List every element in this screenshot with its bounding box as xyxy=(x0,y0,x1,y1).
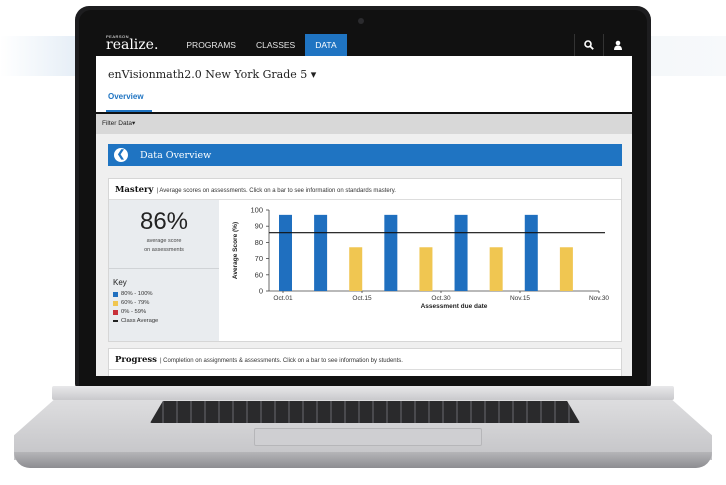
progress-divider xyxy=(109,369,621,370)
key-swatch-average xyxy=(113,320,118,322)
score-bar[interactable] xyxy=(419,247,433,291)
key-item-mid: 60% - 79% xyxy=(113,300,149,306)
mastery-header: Mastery | Average scores on assessments. … xyxy=(115,185,396,195)
nav-item-programs[interactable]: PROGRAMS xyxy=(176,34,246,56)
key-label-high: 80% - 100% xyxy=(121,291,153,297)
app-screen: PEARSON realize. PROGRAMS CLASSES DATA e… xyxy=(96,34,632,376)
course-selector[interactable]: enVisionmath2.0 New York Grade 5 ▾ xyxy=(108,68,316,81)
x-tick-label: Oct.30 xyxy=(431,295,451,302)
realize-logo[interactable]: PEARSON realize. xyxy=(106,34,159,53)
data-overview-header: ❮ Data Overview xyxy=(108,144,622,166)
mastery-chart: 0 60 70 80 90 100 Average Score (%) Oct.01 Oct.1… xyxy=(232,206,609,311)
mastery-heading: Mastery xyxy=(115,185,154,195)
score-bar[interactable] xyxy=(559,247,573,291)
y-tick-label: 100 xyxy=(250,206,263,215)
progress-panel: Progress | Completion on assignments & as… xyxy=(108,348,622,376)
summary-divider xyxy=(109,268,219,269)
score-bar[interactable] xyxy=(279,214,292,291)
nav-actions xyxy=(574,34,632,56)
x-tick-label: Oct.15 xyxy=(352,295,372,302)
top-nav: PEARSON realize. PROGRAMS CLASSES DATA xyxy=(96,34,632,56)
y-tick-label: 60 xyxy=(255,270,263,279)
tab-overview[interactable]: Overview xyxy=(108,92,144,101)
nav-item-data[interactable]: DATA xyxy=(305,34,347,56)
key-item-average: Class Average xyxy=(113,318,158,324)
mastery-summary: 86% average score on assessments Key 80%… xyxy=(109,200,219,341)
x-axis-title: Assessment due date xyxy=(421,303,488,310)
y-tick-label: 70 xyxy=(255,254,263,263)
key-item-low: 0% - 59% xyxy=(113,309,146,315)
average-score-label: average score xyxy=(146,238,182,244)
laptop-hinge xyxy=(52,386,674,400)
score-bar[interactable] xyxy=(489,247,503,291)
user-icon[interactable] xyxy=(603,34,632,56)
score-bar[interactable] xyxy=(349,247,363,291)
x-tick-label: Nov.15 xyxy=(510,295,530,302)
mastery-panel: Mastery | Average scores on assessments. … xyxy=(108,178,622,342)
back-arrow-icon[interactable]: ❮ xyxy=(114,148,128,162)
filter-bar: Filter Data▾ xyxy=(96,114,632,134)
y-tick-label: 80 xyxy=(255,238,263,247)
key-label-mid: 60% - 79% xyxy=(121,300,150,306)
key-swatch-mid xyxy=(113,300,118,306)
nav-item-classes[interactable]: CLASSES xyxy=(246,34,305,56)
key-swatch-low xyxy=(113,309,118,315)
filter-data-dropdown[interactable]: Filter Data▾ xyxy=(102,120,135,127)
score-bar[interactable] xyxy=(384,214,398,291)
average-score-value: 86% xyxy=(139,208,189,235)
camera-icon xyxy=(358,18,364,24)
score-bar[interactable] xyxy=(454,214,468,291)
key-item-high: 80% - 100% xyxy=(113,291,153,297)
laptop-keyboard xyxy=(150,401,580,423)
average-score-label-2: on assessments xyxy=(144,247,184,253)
score-bar[interactable] xyxy=(524,214,538,291)
x-tick-label: Nov.30 xyxy=(589,295,609,302)
key-label-average: Class Average xyxy=(121,318,159,324)
laptop-trackpad xyxy=(254,428,482,446)
main-content: ❮ Data Overview Mastery | Average scores … xyxy=(96,134,632,376)
laptop-base-front xyxy=(14,452,712,468)
score-bar[interactable] xyxy=(314,214,328,291)
progress-header: Progress | Completion on assignments & as… xyxy=(115,355,403,365)
key-swatch-high xyxy=(113,291,118,297)
key-label-low: 0% - 59% xyxy=(121,309,147,315)
data-overview-title: Data Overview xyxy=(140,149,212,161)
mastery-description: | Average scores on assessments. Click o… xyxy=(156,188,396,194)
progress-heading: Progress xyxy=(115,355,157,365)
x-tick-label: Oct.01 xyxy=(273,295,293,302)
logo-super: PEARSON xyxy=(106,34,130,39)
y-tick-label: 0 xyxy=(259,287,263,296)
y-axis-title: Average Score (%) xyxy=(232,222,239,279)
progress-description: | Completion on assignments & assessment… xyxy=(159,358,403,364)
logo-text: realize. xyxy=(106,37,159,53)
search-icon[interactable] xyxy=(574,34,603,56)
key-title: Key xyxy=(113,278,127,287)
y-tick-label: 90 xyxy=(255,222,263,231)
